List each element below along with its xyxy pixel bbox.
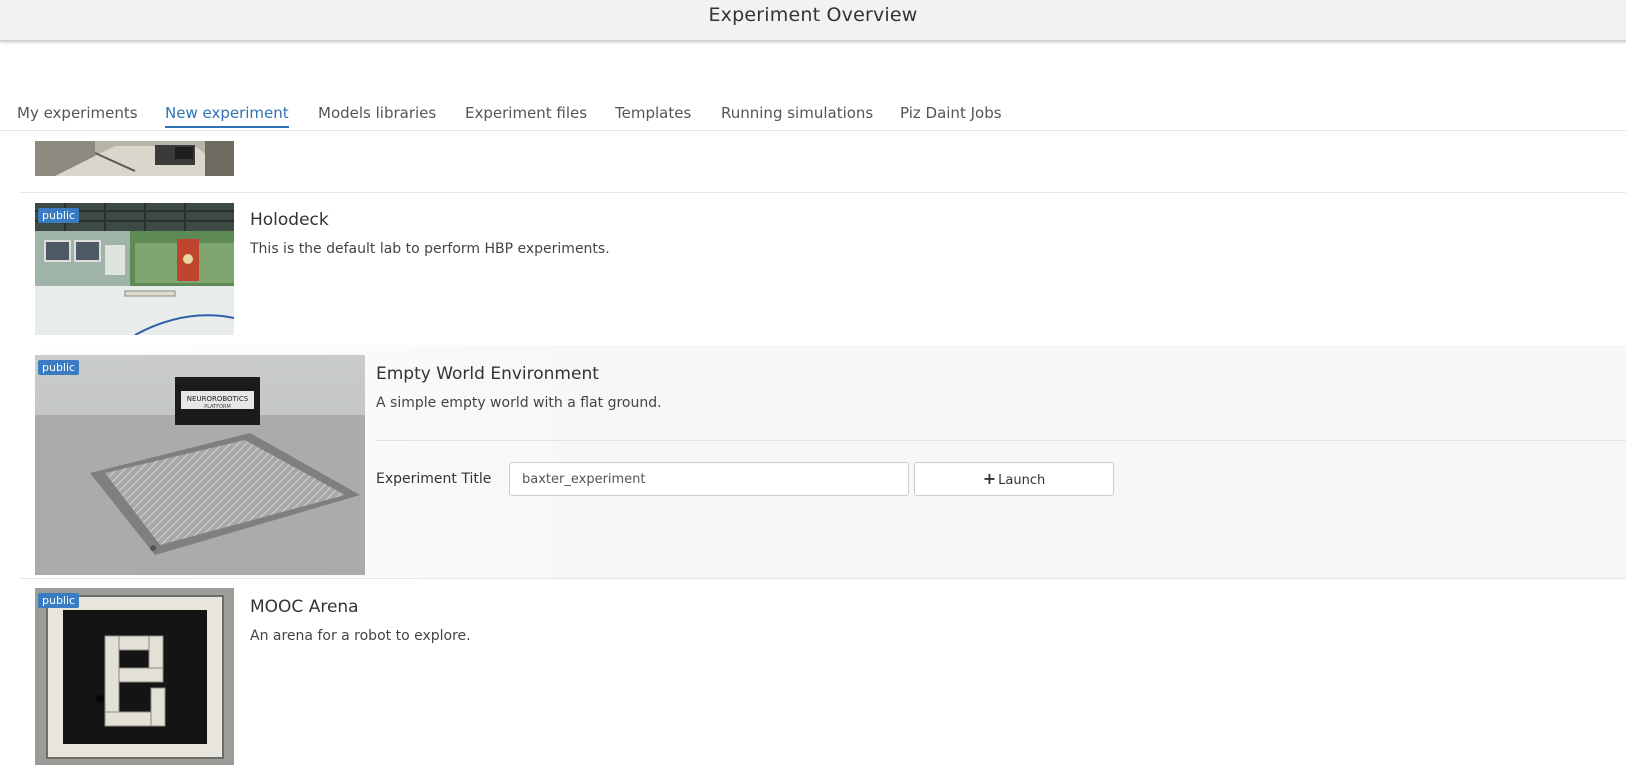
public-badge: public: [38, 360, 80, 375]
tab-experiment-files[interactable]: Experiment files: [465, 104, 587, 126]
page-title: Experiment Overview: [708, 4, 918, 26]
public-badge: public: [38, 208, 80, 223]
experiment-thumbnail: [35, 141, 234, 176]
lab-thumbnail-image: [35, 141, 234, 176]
empty-world-thumbnail-image: NEUROROBOTICS PLATFORM: [35, 355, 365, 575]
experiment-title-label: Experiment Title: [376, 471, 492, 487]
experiment-list: public Holodeck This is the default lab …: [20, 131, 1626, 781]
experiment-title: MOOC Arena: [250, 597, 359, 617]
experiment-description: A simple empty world with a flat ground.: [376, 395, 662, 411]
experiment-title: Empty World Environment: [376, 364, 599, 384]
experiment-row-holodeck[interactable]: public Holodeck This is the default lab …: [20, 192, 1626, 346]
experiment-description: An arena for a robot to explore.: [250, 628, 471, 644]
experiment-thumbnail: public: [35, 588, 234, 765]
sign-text-1: NEUROROBOTICS: [187, 395, 249, 403]
sign-text-2: PLATFORM: [204, 404, 231, 410]
tab-models-libraries[interactable]: Models libraries: [318, 104, 436, 126]
launch-button[interactable]: + Launch: [914, 462, 1114, 496]
form-divider: [376, 440, 1626, 441]
launch-button-label: Launch: [998, 473, 1046, 488]
experiment-thumbnail: public: [35, 203, 234, 335]
experiment-row-mooc-arena[interactable]: public MOOC Arena An arena for a robot t…: [20, 578, 1626, 781]
experiment-title: Holodeck: [250, 210, 329, 230]
experiment-title-input[interactable]: [509, 462, 909, 496]
mooc-arena-thumbnail-image: [35, 588, 234, 765]
public-badge: public: [38, 593, 80, 608]
tab-bar: My experiments New experiment Models lib…: [0, 98, 1626, 131]
tab-templates[interactable]: Templates: [615, 104, 691, 126]
plus-icon: +: [982, 469, 997, 488]
experiment-row-empty-world[interactable]: NEUROROBOTICS PLATFORM public Empty Worl…: [20, 345, 1626, 579]
tab-my-experiments[interactable]: My experiments: [17, 104, 138, 126]
tab-piz-daint-jobs[interactable]: Piz Daint Jobs: [900, 104, 1002, 126]
experiment-description: This is the default lab to perform HBP e…: [250, 241, 610, 257]
experiment-row-partial[interactable]: [20, 131, 1626, 193]
header-bar: Experiment Overview: [0, 0, 1626, 41]
tab-running-simulations[interactable]: Running simulations: [721, 104, 873, 126]
tab-new-experiment[interactable]: New experiment: [165, 104, 289, 128]
experiment-thumbnail: NEUROROBOTICS PLATFORM public: [35, 355, 365, 575]
